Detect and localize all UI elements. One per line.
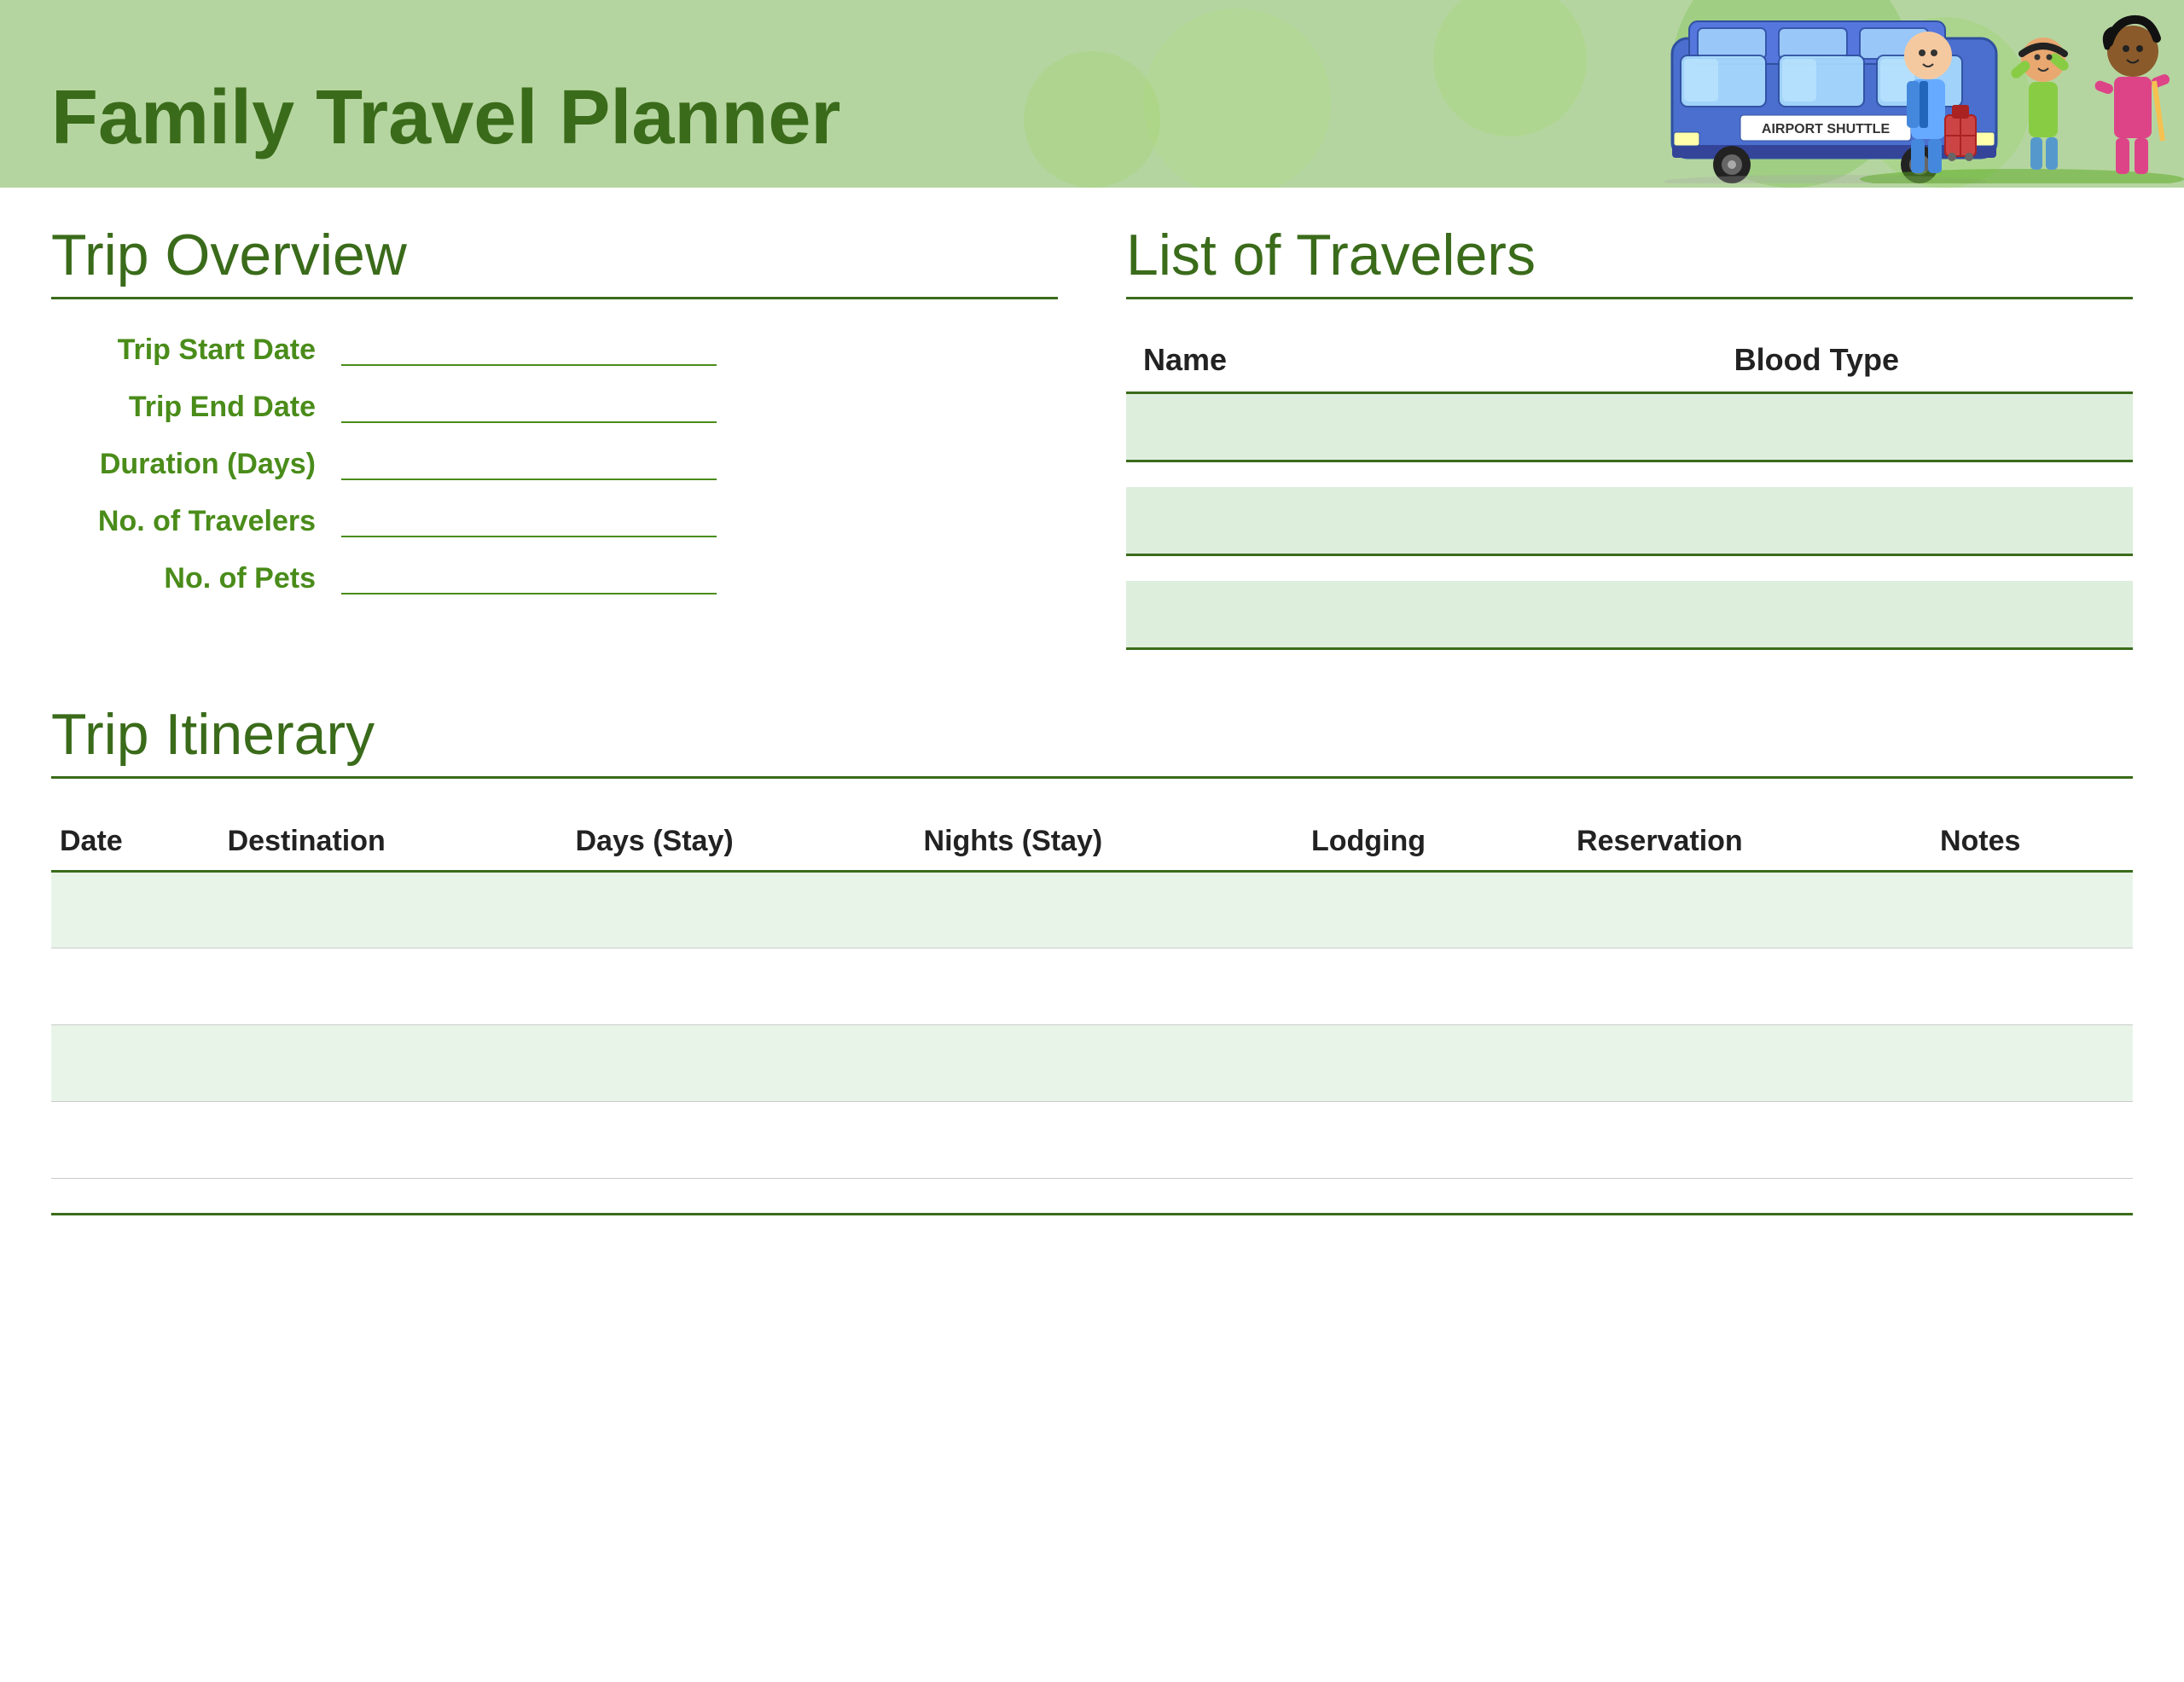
travelers-col-bloodtype: Blood Type (1501, 334, 2133, 393)
itinerary-row-3-date[interactable] (51, 1025, 219, 1102)
itinerary-row-4-nights[interactable] (915, 1102, 1303, 1179)
traveler-cell-2[interactable] (1126, 487, 2133, 555)
itinerary-row-2-date[interactable] (51, 948, 219, 1025)
footer-divider (51, 1213, 2133, 1215)
itinerary-row-2-destination[interactable] (219, 948, 567, 1025)
duration-input[interactable] (341, 450, 717, 480)
trip-end-date-input[interactable] (341, 392, 717, 423)
itinerary-col-lodging: Lodging (1303, 813, 1568, 872)
itinerary-row-3-notes[interactable] (1931, 1025, 2133, 1102)
itinerary-row-4-notes[interactable] (1931, 1102, 2133, 1179)
itinerary-row-4-destination[interactable] (219, 1102, 567, 1179)
travelers-col-name: Name (1126, 334, 1501, 393)
itinerary-row-4-reservation[interactable] (1568, 1102, 1931, 1179)
trip-start-date-row: Trip Start Date (51, 334, 1058, 367)
itinerary-col-destination: Destination (219, 813, 567, 872)
itinerary-row-4-date[interactable] (51, 1102, 219, 1179)
travelers-title: List of Travelers (1126, 222, 2133, 299)
itinerary-col-date: Date (51, 813, 219, 872)
itinerary-col-notes: Notes (1931, 813, 2133, 872)
trip-end-date-row: Trip End Date (51, 391, 1058, 424)
itinerary-row-1-lodging[interactable] (1303, 872, 1568, 948)
itinerary-row-3-reservation[interactable] (1568, 1025, 1931, 1102)
itinerary-row-1-notes[interactable] (1931, 872, 2133, 948)
trip-overview-section: Trip Overview Trip Start Date Trip End D… (51, 222, 1058, 650)
trip-start-date-label: Trip Start Date (51, 334, 341, 367)
itinerary-row-2-reservation[interactable] (1568, 948, 1931, 1025)
itinerary-row-3-days[interactable] (567, 1025, 915, 1102)
num-pets-input[interactable] (341, 564, 717, 594)
trip-start-date-input[interactable] (341, 335, 717, 366)
traveler-row-3 (1126, 581, 2133, 649)
itinerary-table: Date Destination Days (Stay) Nights (Sta… (51, 813, 2133, 1179)
itinerary-header-row: Date Destination Days (Stay) Nights (Sta… (51, 813, 2133, 872)
duration-label: Duration (Days) (51, 448, 341, 481)
num-travelers-label: No. of Travelers (51, 505, 341, 538)
itinerary-row-2-nights[interactable] (915, 948, 1303, 1025)
itinerary-row-2-notes[interactable] (1931, 948, 2133, 1025)
trip-overview-title: Trip Overview (51, 222, 1058, 299)
travelers-section: List of Travelers Name Blood Type (1126, 222, 2133, 650)
travelers-header-row: Name Blood Type (1126, 334, 2133, 393)
traveler-cell-3[interactable] (1126, 581, 2133, 649)
num-pets-row: No. of Pets (51, 562, 1058, 595)
itinerary-row-3 (51, 1025, 2133, 1102)
itinerary-row-1-destination[interactable] (219, 872, 567, 948)
itinerary-row-4-days[interactable] (567, 1102, 915, 1179)
itinerary-row-1-date[interactable] (51, 872, 219, 948)
itinerary-col-reservation: Reservation (1568, 813, 1931, 872)
travelers-table: Name Blood Type (1126, 334, 2133, 650)
itinerary-row-4-lodging[interactable] (1303, 1102, 1568, 1179)
itinerary-row-2-days[interactable] (567, 948, 915, 1025)
itinerary-row-1-reservation[interactable] (1568, 872, 1931, 948)
itinerary-row-3-destination[interactable] (219, 1025, 567, 1102)
itinerary-row-1-nights[interactable] (915, 872, 1303, 948)
top-sections: Trip Overview Trip Start Date Trip End D… (51, 222, 2133, 650)
traveler-cell-1[interactable] (1126, 393, 2133, 461)
main-content: Trip Overview Trip Start Date Trip End D… (0, 188, 2184, 1284)
itinerary-row-1 (51, 872, 2133, 948)
itinerary-section: Trip Itinerary Date Destination Days (St… (51, 701, 2133, 1215)
itinerary-title: Trip Itinerary (51, 701, 2133, 779)
app-title: Family Travel Planner (51, 74, 840, 162)
itinerary-row-1-days[interactable] (567, 872, 915, 948)
num-travelers-input[interactable] (341, 507, 717, 537)
characters-illustration (1860, 4, 2184, 188)
traveler-row-2 (1126, 487, 2133, 555)
traveler-row-1 (1126, 393, 2133, 461)
num-pets-label: No. of Pets (51, 562, 341, 595)
trip-end-date-label: Trip End Date (51, 391, 341, 424)
itinerary-row-2 (51, 948, 2133, 1025)
itinerary-row-4 (51, 1102, 2133, 1179)
duration-row: Duration (Days) (51, 448, 1058, 481)
itinerary-col-days: Days (Stay) (567, 813, 915, 872)
num-travelers-row: No. of Travelers (51, 505, 1058, 538)
header: Family Travel Planner AIRPORT SHUTTLE (0, 0, 2184, 188)
itinerary-col-nights: Nights (Stay) (915, 813, 1303, 872)
itinerary-row-2-lodging[interactable] (1303, 948, 1568, 1025)
itinerary-row-3-nights[interactable] (915, 1025, 1303, 1102)
itinerary-row-3-lodging[interactable] (1303, 1025, 1568, 1102)
